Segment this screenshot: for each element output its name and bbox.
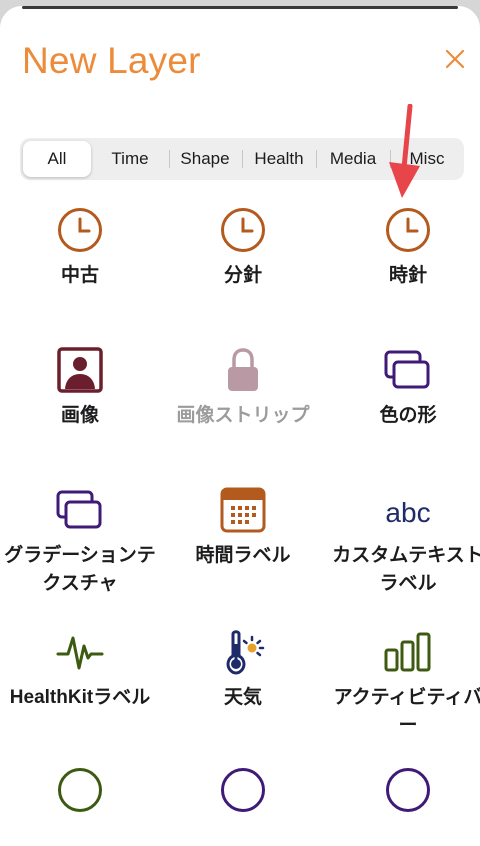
layer-item-circle[interactable] bbox=[163, 766, 323, 814]
layer-item-custom-text-label[interactable]: abc カスタムテキストラベル bbox=[328, 486, 480, 598]
tab-media[interactable]: Media bbox=[317, 138, 389, 180]
activity-bars-icon bbox=[384, 632, 431, 672]
circle-icon bbox=[221, 768, 265, 812]
tab-shape[interactable]: Shape bbox=[170, 138, 240, 180]
layer-label: 画像 bbox=[60, 405, 99, 426]
tab-all[interactable]: All bbox=[23, 141, 91, 177]
portrait-icon bbox=[57, 347, 103, 393]
layer-label: 時間ラベル bbox=[195, 545, 291, 566]
layer-label: 色の形 bbox=[379, 405, 437, 426]
clock-icon bbox=[386, 208, 430, 252]
layer-label: 分針 bbox=[223, 265, 262, 286]
layer-item-image[interactable]: 画像 bbox=[0, 346, 160, 430]
calendar-icon bbox=[220, 487, 266, 533]
circle-icon bbox=[58, 768, 102, 812]
clock-icon bbox=[221, 208, 265, 252]
layer-item-image-strip: 画像ストリップ bbox=[163, 346, 323, 430]
layer-label: カスタムテキストラベル bbox=[332, 545, 480, 594]
layer-item-weather[interactable]: 天気 bbox=[163, 628, 323, 712]
weather-thermometer-icon bbox=[226, 630, 265, 675]
layer-label: アクティビティバー bbox=[333, 687, 480, 736]
circle-icon bbox=[386, 768, 430, 812]
layer-label: 画像ストリップ bbox=[176, 405, 310, 426]
layer-label: 中古 bbox=[60, 265, 99, 286]
layer-item-chuko[interactable]: 中古 bbox=[0, 206, 160, 290]
layer-item-minute-hand[interactable]: 分針 bbox=[163, 206, 323, 290]
close-icon[interactable] bbox=[440, 44, 470, 74]
layer-item-circle[interactable] bbox=[328, 766, 480, 814]
page-title: New Layer bbox=[22, 40, 201, 81]
text-abc-icon: abc bbox=[385, 497, 431, 528]
layer-item-hour-hand[interactable]: 時針 bbox=[328, 206, 480, 290]
tab-time[interactable]: Time bbox=[94, 138, 166, 180]
heartbeat-icon bbox=[56, 636, 104, 670]
layer-item-gradient-texture[interactable]: グラデーションテクスチャ bbox=[0, 486, 160, 598]
cards-icon bbox=[384, 350, 430, 389]
layer-label: 天気 bbox=[223, 687, 262, 708]
layer-label: グラデーションテクスチャ bbox=[4, 545, 156, 594]
layer-item-healthkit-label[interactable]: HealthKitラベル bbox=[0, 628, 160, 712]
tab-health[interactable]: Health bbox=[243, 138, 315, 180]
sheet-grabber[interactable] bbox=[22, 6, 458, 9]
layer-label: HealthKitラベル bbox=[9, 687, 151, 708]
clock-icon bbox=[58, 208, 102, 252]
layer-label: 時針 bbox=[388, 265, 427, 286]
layer-item-color-shape[interactable]: 色の形 bbox=[328, 346, 480, 430]
layer-item-time-label[interactable]: 時間ラベル bbox=[163, 486, 323, 570]
layer-item-circle[interactable] bbox=[0, 766, 160, 814]
new-layer-sheet: New Layer All Time Shape Health Media Mi… bbox=[0, 6, 480, 846]
annotation-arrow-icon bbox=[389, 104, 420, 198]
cards-icon bbox=[56, 490, 102, 529]
lock-icon bbox=[228, 348, 258, 391]
layer-item-activity-bar[interactable]: アクティビティバー bbox=[328, 628, 480, 740]
